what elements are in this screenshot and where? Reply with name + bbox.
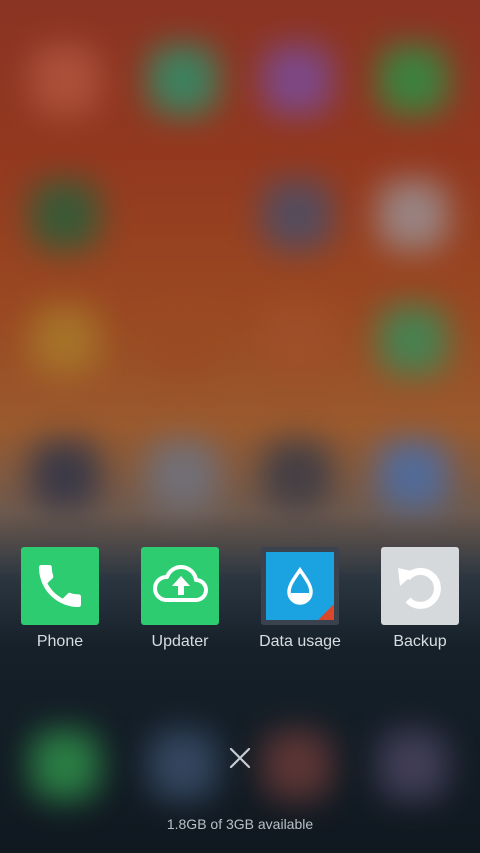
blurred-dock-icon — [30, 730, 100, 800]
blurred-app-icon — [148, 45, 218, 115]
blurred-app-icon — [262, 305, 332, 375]
blurred-dock-icon — [148, 730, 218, 800]
blurred-wallpaper — [0, 0, 480, 853]
recent-app-phone[interactable]: Phone — [5, 547, 115, 651]
blurred-app-icon — [378, 180, 448, 250]
blurred-app-icon — [262, 180, 332, 250]
app-label: Data usage — [259, 633, 341, 650]
recent-app-backup[interactable]: Backup — [365, 547, 475, 651]
recent-app-data-usage[interactable]: Data usage — [245, 547, 355, 651]
app-label: Backup — [393, 633, 447, 650]
memory-status: 1.8GB of 3GB available — [166, 816, 314, 832]
clear-all-button[interactable] — [226, 744, 254, 772]
blurred-app-icon — [30, 45, 100, 115]
blurred-dock-icon — [378, 730, 448, 800]
blurred-app-icon — [378, 45, 448, 115]
water-drop-icon — [261, 547, 339, 625]
blurred-app-icon — [30, 305, 100, 375]
blurred-app-icon — [30, 180, 100, 250]
close-icon — [229, 747, 251, 769]
blurred-dock-icon — [262, 730, 332, 800]
blurred-app-icon — [378, 305, 448, 375]
recent-apps-row: Phone Updater Data usage Backup — [0, 547, 480, 657]
app-label: Updater — [151, 633, 209, 650]
blurred-app-icon — [30, 440, 100, 510]
blurred-app-icon — [148, 440, 218, 510]
blurred-app-icon — [378, 440, 448, 510]
restore-arrow-icon — [381, 547, 459, 625]
blurred-app-icon — [148, 305, 218, 375]
cloud-upload-icon — [141, 547, 219, 625]
blurred-app-icon — [262, 440, 332, 510]
recent-app-updater[interactable]: Updater — [125, 547, 235, 651]
app-label: Phone — [36, 633, 84, 650]
phone-icon — [21, 547, 99, 625]
blurred-app-icon — [262, 45, 332, 115]
